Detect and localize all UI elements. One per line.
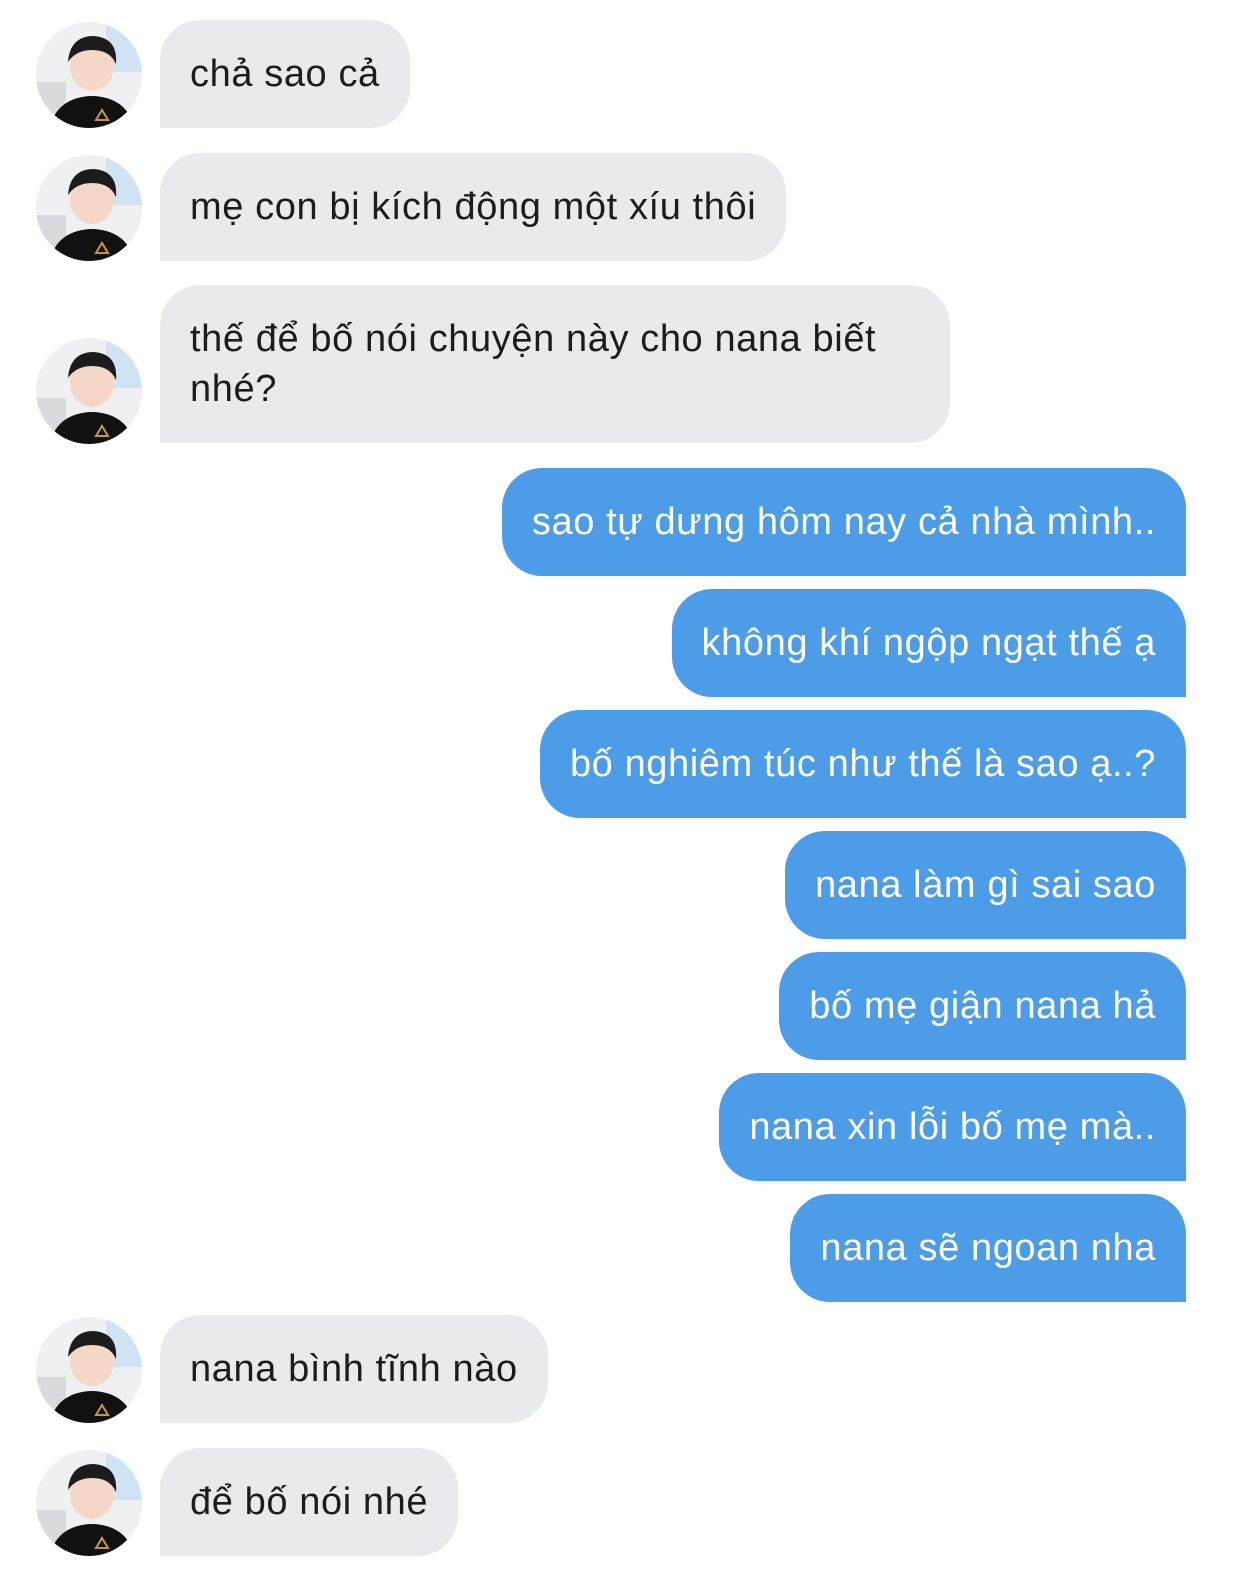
- contact-avatar-icon[interactable]: [36, 1317, 142, 1423]
- contact-avatar-icon[interactable]: [36, 1450, 142, 1556]
- message-bubble-outgoing[interactable]: sao tự dưng hôm nay cả nhà mình..: [501, 468, 1186, 576]
- contact-avatar-icon[interactable]: [36, 22, 142, 128]
- message-bubble-incoming[interactable]: chả sao cả: [160, 20, 410, 128]
- message-bubble-incoming[interactable]: để bố nói nhé: [160, 1448, 459, 1556]
- contact-avatar-icon[interactable]: [36, 155, 142, 261]
- message-bubble-incoming[interactable]: mẹ con bị kích động một xíu thôi: [160, 153, 787, 261]
- message-bubble-incoming[interactable]: nana bình tĩnh nào: [160, 1315, 548, 1423]
- message-bubble-outgoing[interactable]: nana sẽ ngoan nha: [790, 1194, 1186, 1302]
- contact-avatar-icon[interactable]: [36, 338, 142, 444]
- message-bubble-outgoing[interactable]: nana làm gì sai sao: [785, 831, 1186, 939]
- message-bubble-outgoing[interactable]: nana xin lỗi bố mẹ mà..: [719, 1073, 1186, 1181]
- message-bubble-outgoing[interactable]: không khí ngộp ngạt thế ạ: [671, 589, 1186, 697]
- message-bubble-outgoing[interactable]: bố mẹ giận nana hả: [779, 952, 1186, 1060]
- message-bubble-outgoing[interactable]: bố nghiêm túc như thế là sao ạ..?: [539, 710, 1186, 818]
- message-bubble-incoming[interactable]: thế để bố nói chuyện này cho nana biết n…: [160, 285, 950, 443]
